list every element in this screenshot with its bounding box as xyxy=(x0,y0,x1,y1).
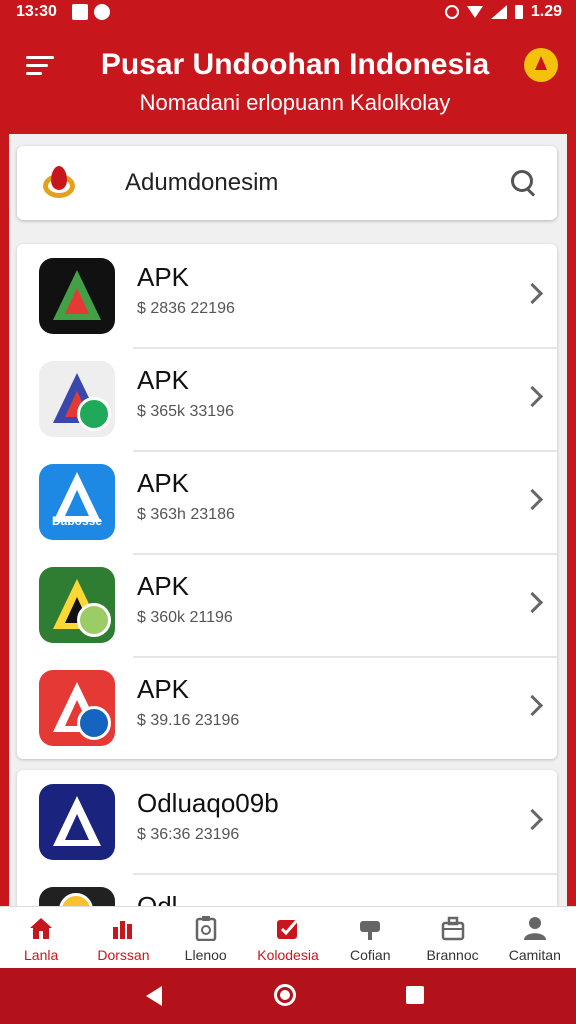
app-name: Odl xyxy=(137,891,178,906)
nav-item-lanla[interactable]: Lanla xyxy=(0,907,82,969)
nav-label: Llenoo xyxy=(184,947,227,963)
nav-label: Lanla xyxy=(24,947,59,963)
clipboard-icon xyxy=(195,916,216,941)
nav-label: Camitan xyxy=(508,947,561,963)
person-icon xyxy=(523,917,546,940)
app-list: APK $ 2836 22196 APK $ 365k 33196 Daboss… xyxy=(17,244,557,759)
battery-time: 1.29 xyxy=(530,3,562,20)
wifi-icon xyxy=(466,6,483,18)
app-name: APK xyxy=(137,674,190,704)
app-name: APK xyxy=(137,365,190,395)
list-item[interactable]: APK $ 39.16 23196 xyxy=(17,656,557,759)
nav-label: Brannoc xyxy=(426,947,479,963)
nav-label: Dorssan xyxy=(97,947,150,963)
nav-item-llenoo[interactable]: Llenoo xyxy=(165,907,247,969)
list-item[interactable]: Odluaqo09b $ 36:36 23196 xyxy=(17,770,557,873)
nav-item-camitan[interactable]: Camitan xyxy=(494,907,576,969)
chevron-right-icon[interactable] xyxy=(521,591,544,614)
system-icons: 1.29 xyxy=(444,3,562,21)
app-size: $ 39.16 23196 xyxy=(137,712,240,729)
nav-item-kolodesia[interactable]: Kolodesia xyxy=(247,907,329,969)
list-item[interactable]: APK $ 2836 22196 xyxy=(17,244,557,347)
battery-icon xyxy=(514,5,523,19)
app-name: Odluaqo09b xyxy=(137,788,279,818)
app-name: APK xyxy=(137,571,190,601)
app-icon-black-a xyxy=(39,258,115,334)
app-header: Pusar Undoohan Indonesia Nomadani erlopu… xyxy=(0,26,576,130)
app-icon-text: Dabosse xyxy=(51,514,103,528)
alarm-icon xyxy=(444,5,459,19)
nav-item-dorssan[interactable]: Dorssan xyxy=(82,907,164,969)
main-content[interactable]: APK $ 2836 22196 APK $ 365k 33196 Daboss… xyxy=(9,134,567,906)
app-size: $ 36:36 23196 xyxy=(137,826,240,843)
back-icon[interactable] xyxy=(146,986,162,1006)
edit-check-icon xyxy=(276,917,301,939)
chevron-right-icon[interactable] xyxy=(521,808,544,831)
home-button-icon[interactable] xyxy=(274,984,296,1006)
list-item[interactable]: APK $ 360k 21196 xyxy=(17,553,557,656)
app-icon-green-a xyxy=(39,567,115,643)
briefcase-icon xyxy=(441,916,464,941)
status-bar: 13:30 1.29 xyxy=(0,0,576,26)
chevron-right-icon[interactable] xyxy=(521,488,544,511)
app-icon-whatsapp-a xyxy=(39,361,115,437)
signal-icon xyxy=(490,5,507,19)
app-icon-blue-a: Dabosse xyxy=(39,464,115,540)
app-size: $ 360k 21196 xyxy=(137,609,233,626)
page-subtitle: Nomadani erlopuann Kalolkolay xyxy=(139,90,451,115)
nav-label: Cofian xyxy=(350,947,391,963)
app-size: $ 365k 33196 xyxy=(137,403,234,420)
home-icon xyxy=(30,918,53,939)
app-icon-red-a xyxy=(39,670,115,746)
list-item[interactable]: Odl xyxy=(17,873,557,906)
chevron-right-icon[interactable] xyxy=(521,385,544,408)
user-badge-icon[interactable] xyxy=(524,48,558,82)
hamburger-menu-icon[interactable] xyxy=(26,56,54,76)
system-navigation-bar xyxy=(0,968,576,1024)
app-icon-gear xyxy=(39,887,115,906)
page-title: Pusar Undoohan Indonesia xyxy=(100,48,490,81)
recents-icon[interactable] xyxy=(406,986,424,1004)
indonesia-emblem-icon xyxy=(41,166,77,202)
chevron-right-icon[interactable] xyxy=(521,694,544,717)
nav-item-cofian[interactable]: Cofian xyxy=(329,907,411,969)
app-notification-icon xyxy=(94,4,110,20)
search-bar[interactable] xyxy=(17,146,557,220)
status-time: 13:30 xyxy=(16,3,57,20)
search-input[interactable] xyxy=(125,168,485,198)
app-name: APK xyxy=(137,262,190,292)
app-icon-navy-a xyxy=(39,784,115,860)
mailbox-icon xyxy=(360,921,381,940)
photo-notification-icon xyxy=(72,4,88,20)
app-size: $ 2836 22196 xyxy=(137,300,235,317)
chevron-right-icon[interactable] xyxy=(521,282,544,305)
bar-chart-icon xyxy=(113,921,133,939)
list-item[interactable]: Dabosse APK $ 363h 23186 xyxy=(17,450,557,553)
search-icon[interactable] xyxy=(511,170,537,197)
list-item[interactable]: APK $ 365k 33196 xyxy=(17,347,557,450)
nav-item-brannoc[interactable]: Brannoc xyxy=(411,907,493,969)
notification-icons xyxy=(72,4,110,20)
bottom-navigation: Lanla Dorssan Llenoo Kolodesia Cofian Br… xyxy=(0,906,576,969)
nav-label: Kolodesia xyxy=(257,947,319,963)
app-size: $ 363h 23186 xyxy=(137,506,235,523)
app-name: APK xyxy=(137,468,190,498)
featured-list: Odluaqo09b $ 36:36 23196 Odl xyxy=(17,770,557,906)
